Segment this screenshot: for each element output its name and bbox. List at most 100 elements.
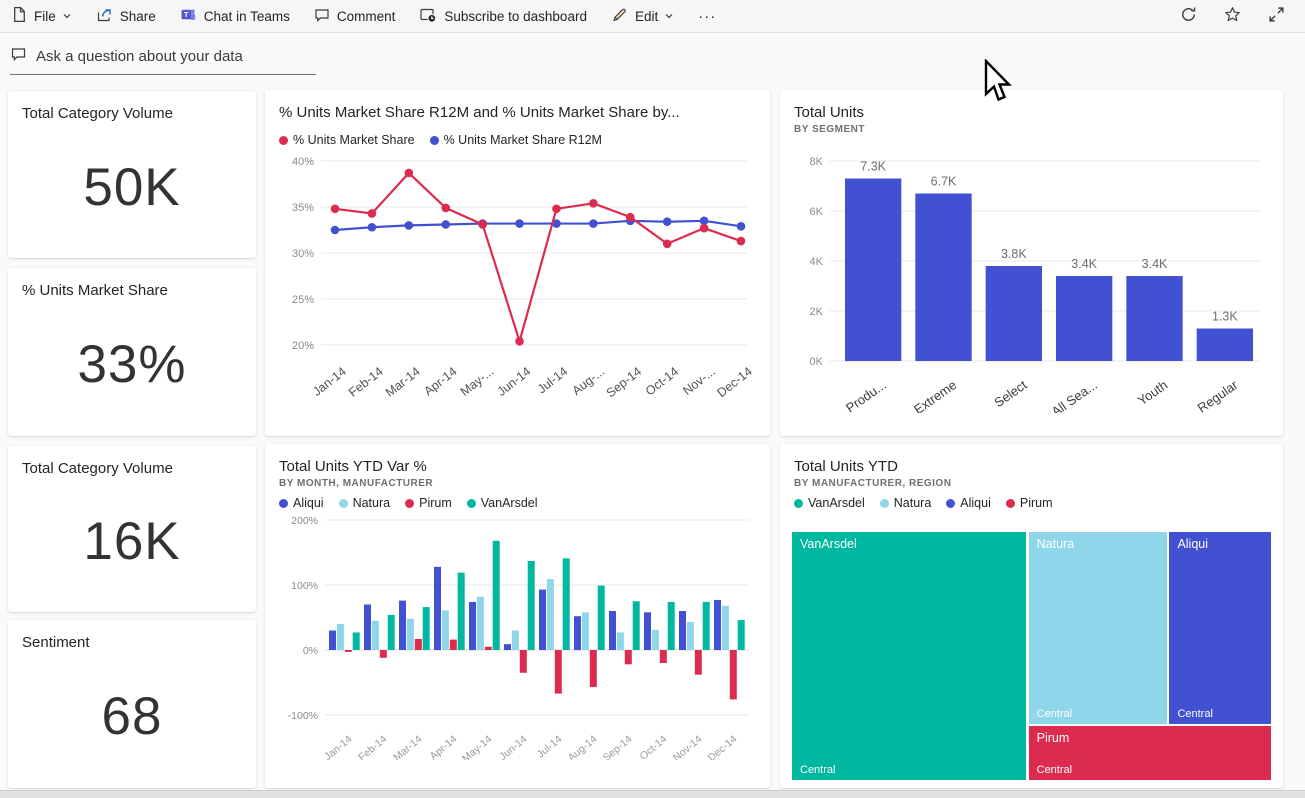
bar[interactable] [399, 601, 406, 650]
grouped-bar-chart[interactable]: 200%100%0%-100%Jan-14Feb-14Mar-14Apr-14M… [279, 510, 756, 760]
favorite-star-button[interactable] [1224, 6, 1241, 26]
bar[interactable] [493, 541, 500, 650]
bar[interactable] [353, 632, 360, 650]
bar[interactable] [915, 194, 971, 362]
bar[interactable] [563, 558, 570, 650]
bar[interactable] [1056, 276, 1112, 361]
bar[interactable] [590, 650, 597, 687]
bar[interactable] [609, 611, 616, 650]
bar[interactable] [442, 610, 449, 650]
tile-total-category-volume-16k[interactable]: Total Category Volume 16K [8, 446, 256, 612]
bar[interactable] [388, 615, 395, 650]
bar[interactable] [644, 612, 651, 650]
bar[interactable] [574, 616, 581, 650]
legend-item[interactable]: Natura [880, 496, 932, 510]
line-series[interactable] [335, 221, 741, 230]
bar[interactable] [652, 630, 659, 650]
bar[interactable] [695, 650, 702, 675]
refresh-button[interactable] [1180, 6, 1197, 26]
edit-menu-button[interactable]: Edit [611, 7, 674, 26]
data-point[interactable] [331, 226, 340, 235]
data-point[interactable] [700, 224, 709, 233]
treemap-node-pirum[interactable]: PirumCentral [1029, 726, 1271, 780]
treemap-chart[interactable]: VanArsdelCentralNaturaCentralAliquiCentr… [792, 532, 1271, 780]
bar[interactable] [660, 650, 667, 663]
qa-input[interactable] [36, 48, 316, 65]
bar[interactable] [372, 621, 379, 650]
legend-item[interactable]: % Units Market Share R12M [430, 133, 602, 147]
bar[interactable] [345, 650, 352, 652]
legend-item[interactable]: VanArsdel [467, 496, 538, 510]
line-series[interactable] [335, 173, 741, 341]
treemap-node-vanarsdel[interactable]: VanArsdelCentral [792, 532, 1026, 780]
treemap-node-aliqui[interactable]: AliquiCentral [1169, 532, 1271, 724]
bar[interactable] [415, 639, 422, 650]
legend-item[interactable]: Pirum [1006, 496, 1053, 510]
data-point[interactable] [626, 213, 635, 222]
qa-search-box[interactable] [10, 46, 316, 75]
legend-item[interactable]: Aliqui [279, 496, 324, 510]
data-point[interactable] [663, 217, 672, 226]
bar[interactable] [722, 606, 729, 650]
bar[interactable] [625, 650, 632, 664]
bar[interactable] [668, 602, 675, 650]
treemap-node-natura[interactable]: NaturaCentral [1029, 532, 1167, 724]
data-point[interactable] [737, 222, 746, 231]
bar[interactable] [504, 644, 511, 650]
bar[interactable] [477, 597, 484, 650]
bar[interactable] [458, 573, 465, 650]
data-point[interactable] [515, 219, 524, 228]
data-point[interactable] [478, 220, 487, 229]
data-point[interactable] [368, 209, 377, 218]
bar[interactable] [469, 602, 476, 650]
bar[interactable] [512, 631, 519, 651]
bar[interactable] [329, 631, 336, 651]
bar[interactable] [986, 266, 1042, 361]
bar[interactable] [738, 620, 745, 650]
chat-in-teams-button[interactable]: T Chat in Teams [180, 7, 290, 26]
data-point[interactable] [331, 205, 340, 214]
tile-ytd-var-chart[interactable]: Total Units YTD Var % BY MONTH, MANUFACT… [265, 444, 770, 788]
bar[interactable] [380, 650, 387, 658]
bar[interactable] [547, 579, 554, 650]
legend-item[interactable]: VanArsdel [794, 496, 865, 510]
tile-total-category-volume-50k[interactable]: Total Category Volume 50K [8, 91, 256, 258]
bar[interactable] [423, 607, 430, 650]
bar[interactable] [582, 612, 589, 650]
tile-market-share-line-chart[interactable]: % Units Market Share R12M and % Units Ma… [265, 90, 770, 436]
data-point[interactable] [441, 204, 450, 213]
tile-sentiment[interactable]: Sentiment 68 [8, 620, 256, 788]
comment-button[interactable]: Comment [314, 7, 396, 26]
bar[interactable] [520, 650, 527, 673]
data-point[interactable] [441, 220, 450, 229]
bar[interactable] [703, 602, 710, 650]
bar[interactable] [450, 640, 457, 650]
bar[interactable] [337, 624, 344, 650]
bar[interactable] [617, 632, 624, 650]
more-options-button[interactable]: ··· [698, 8, 716, 25]
fullscreen-button[interactable] [1268, 6, 1285, 26]
bar[interactable] [528, 561, 535, 650]
legend-item[interactable]: Aliqui [946, 496, 991, 510]
data-point[interactable] [663, 240, 672, 249]
data-point[interactable] [737, 237, 746, 246]
data-point[interactable] [589, 219, 598, 228]
bar[interactable] [633, 601, 640, 650]
bar[interactable] [730, 650, 737, 699]
data-point[interactable] [405, 169, 414, 178]
bar[interactable] [714, 600, 721, 650]
bar-chart[interactable]: 8K6K4K2K0K7.3KProdu...6.7KExtreme3.8KSel… [794, 135, 1269, 413]
legend-item[interactable]: Natura [339, 496, 391, 510]
bar[interactable] [1197, 329, 1253, 362]
data-point[interactable] [589, 199, 598, 208]
data-point[interactable] [405, 221, 414, 230]
tile-total-units-ytd-treemap[interactable]: Total Units YTD BY MANUFACTURER, REGION … [780, 444, 1283, 788]
bar[interactable] [687, 622, 694, 650]
bar[interactable] [539, 590, 546, 650]
data-point[interactable] [515, 337, 524, 346]
share-button[interactable]: Share [96, 7, 156, 26]
tile-total-units-by-segment[interactable]: Total Units BY SEGMENT 8K6K4K2K0K7.3KPro… [780, 90, 1283, 436]
bar[interactable] [364, 605, 371, 651]
data-point[interactable] [700, 217, 709, 226]
legend-item[interactable]: Pirum [405, 496, 452, 510]
